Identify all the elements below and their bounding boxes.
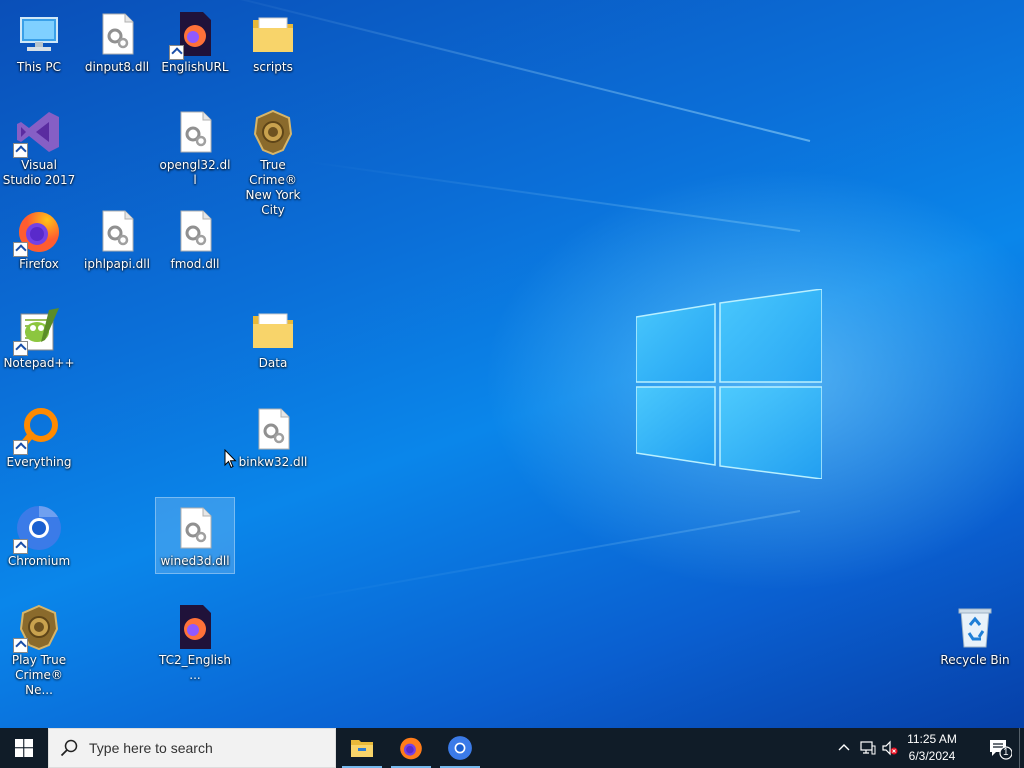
- icon-label: iphlpapi.dll: [84, 257, 150, 271]
- desktop-icon-opengl32[interactable]: opengl32.dll: [156, 102, 234, 188]
- clock[interactable]: 11:25 AM 6/3/2024: [892, 731, 972, 765]
- icon-label: Chromium: [7, 554, 71, 568]
- clock-date: 6/3/2024: [908, 749, 956, 763]
- everything-search-icon: [13, 405, 63, 455]
- desktop-icon-tc2-english[interactable]: TC2_English...: [156, 597, 234, 683]
- icon-label: dinput8.dll: [84, 60, 150, 74]
- shortcut-arrow-icon: [13, 143, 28, 158]
- taskbar-firefox[interactable]: [387, 728, 435, 768]
- desktop-icon-scripts[interactable]: scripts: [234, 4, 312, 75]
- dll-file-icon: [93, 207, 141, 255]
- desktop-icon-binkw32[interactable]: binkw32.dll: [234, 399, 312, 470]
- dll-file-icon: [93, 10, 141, 58]
- icon-label: scripts: [253, 60, 293, 74]
- icon-label: Visual Studio 2017: [2, 158, 76, 187]
- icon-label: True Crime® New York City: [245, 158, 301, 217]
- desktop-icon-iphlpapi[interactable]: iphlpapi.dll: [78, 201, 156, 272]
- desktop-icon-dinput8[interactable]: dinput8.dll: [78, 4, 156, 75]
- icon-label: TC2_English...: [159, 653, 231, 682]
- network-icon[interactable]: [860, 740, 876, 756]
- icon-label: Recycle Bin: [940, 653, 1010, 667]
- chromium-icon: [13, 504, 63, 554]
- icon-label: Notepad++: [3, 356, 75, 370]
- desktop-icon-chromium[interactable]: Chromium: [0, 498, 78, 569]
- desktop-icon-recycle-bin[interactable]: Recycle Bin: [936, 597, 1014, 668]
- icon-label: opengl32.dll: [159, 158, 231, 187]
- taskbar-search-box[interactable]: Type here to search: [48, 728, 336, 768]
- icon-label: fmod.dll: [170, 257, 220, 271]
- desktop-icon-true-crime-nyc[interactable]: True Crime® New York City: [234, 102, 312, 218]
- icon-label: binkw32.dll: [238, 455, 308, 469]
- file-explorer-icon: [351, 740, 373, 757]
- desktop-icon-englishurl[interactable]: EnglishURL: [156, 4, 234, 75]
- shortcut-arrow-icon: [13, 638, 28, 653]
- taskbar: Type here to search 11:25 AM 6/3/2024 1: [0, 728, 1024, 768]
- chevron-up-icon[interactable]: [836, 740, 852, 756]
- notepad-plus-plus-icon: [13, 306, 63, 356]
- desktop-icon-visual-studio[interactable]: Visual Studio 2017: [0, 102, 78, 188]
- desktop[interactable]: This PC dinput8.dll EnglishURL scripts V…: [0, 0, 1024, 728]
- dll-file-icon: [249, 405, 297, 453]
- taskbar-file-explorer[interactable]: [338, 728, 386, 768]
- icon-label: Data: [258, 356, 288, 370]
- this-pc-icon: [15, 10, 63, 58]
- shortcut-arrow-icon: [169, 45, 184, 60]
- clock-time: 11:25 AM: [907, 732, 957, 746]
- windows-wallpaper-logo: [636, 289, 822, 479]
- start-button[interactable]: [0, 728, 48, 768]
- windows-start-icon: [15, 739, 33, 757]
- desktop-icon-everything[interactable]: Everything: [0, 399, 78, 470]
- desktop-icon-this-pc[interactable]: This PC: [0, 4, 78, 75]
- shortcut-arrow-icon: [13, 440, 28, 455]
- desktop-icon-notepad-plus-plus[interactable]: Notepad++: [0, 300, 78, 371]
- dll-file-icon: [171, 504, 219, 552]
- taskbar-chromium[interactable]: [436, 728, 484, 768]
- icon-label: EnglishURL: [161, 60, 229, 74]
- firefox-icon: [13, 207, 63, 257]
- icon-label: This PC: [17, 60, 61, 74]
- action-center-button[interactable]: 1: [988, 738, 1013, 760]
- shortcut-arrow-icon: [13, 242, 28, 257]
- icon-label: Firefox: [19, 257, 59, 271]
- mouse-cursor-icon: [224, 449, 237, 469]
- icon-label: Play True Crime® Ne...: [11, 653, 67, 697]
- dll-file-icon: [171, 207, 219, 255]
- true-crime-badge-icon: [13, 603, 63, 653]
- chromium-icon: [448, 736, 472, 760]
- firefox-icon: [400, 737, 422, 760]
- desktop-icon-firefox[interactable]: Firefox: [0, 201, 78, 272]
- true-crime-badge-icon: [249, 108, 297, 156]
- shortcut-arrow-icon: [13, 341, 28, 356]
- wallpaper-light-ray: [287, 510, 801, 603]
- notification-count-badge: 1: [1003, 747, 1009, 758]
- folder-icon: [249, 10, 297, 58]
- search-icon: [60, 739, 78, 757]
- wallpaper-light-ray: [304, 160, 801, 232]
- visual-studio-icon: [13, 108, 63, 158]
- desktop-icon-fmod[interactable]: fmod.dll: [156, 201, 234, 272]
- desktop-icon-wined3d[interactable]: wined3d.dll: [155, 497, 235, 574]
- shortcut-arrow-icon: [13, 539, 28, 554]
- recycle-bin-icon: [951, 603, 999, 651]
- icon-label: Everything: [6, 455, 72, 469]
- desktop-icon-data[interactable]: Data: [234, 300, 312, 371]
- search-placeholder: Type here to search: [89, 740, 213, 756]
- show-desktop-button[interactable]: [1019, 728, 1024, 768]
- firefox-document-icon: [169, 10, 219, 60]
- icon-label: wined3d.dll: [160, 554, 230, 568]
- dll-file-icon: [171, 108, 219, 156]
- firefox-document-icon: [171, 603, 219, 651]
- desktop-icon-play-true-crime[interactable]: Play True Crime® Ne...: [0, 597, 78, 698]
- system-tray: 11:25 AM 6/3/2024 1: [824, 728, 1024, 768]
- folder-icon: [249, 306, 297, 354]
